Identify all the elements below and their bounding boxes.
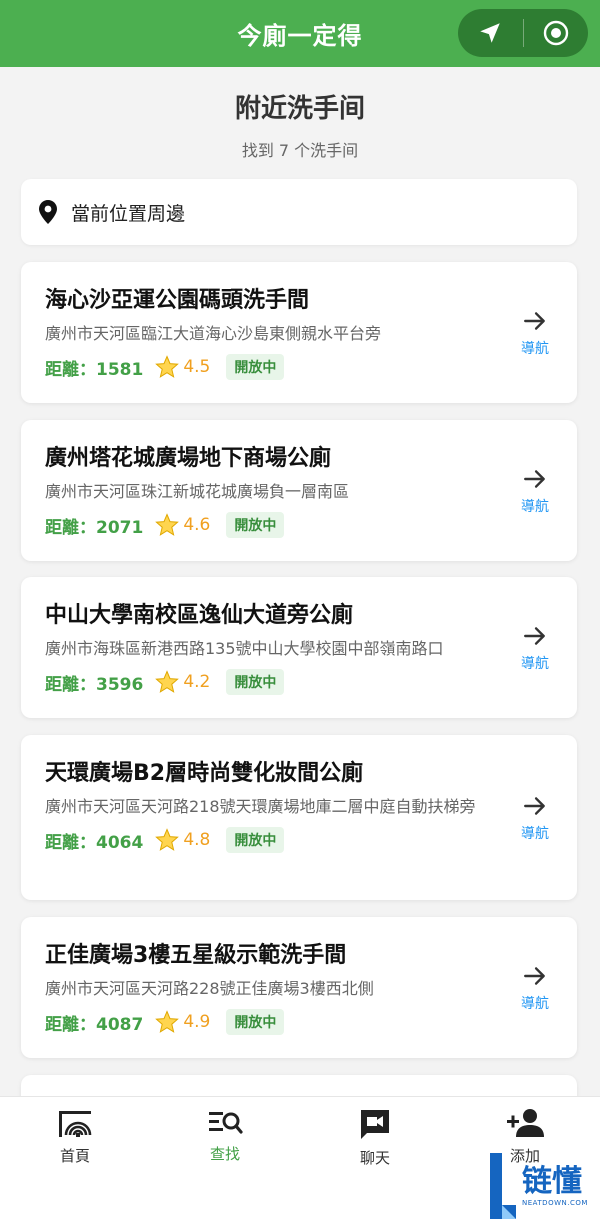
toilet-card[interactable]: 天環廣場B2層時尚雙化妝間公廁 廣州市天河區天河路218號天環廣場地庫二層中庭自… xyxy=(21,735,577,900)
watermark-sub: NEATDOWN.COM xyxy=(522,1198,588,1207)
toilet-name: 正佳廣場3樓五星級示範洗手間 xyxy=(45,943,347,968)
watermark-logo-icon xyxy=(490,1152,516,1219)
navigate-label: 導航 xyxy=(521,498,549,515)
navigate-button[interactable]: 導航 xyxy=(511,623,559,673)
toilet-distance: 距離：4064 xyxy=(45,832,144,853)
current-location-box[interactable]: 當前位置周邊 xyxy=(21,179,577,245)
toilet-rating: 4.5 xyxy=(183,357,211,377)
toilet-distance: 距離：3596 xyxy=(45,674,144,695)
toilet-distance: 距離：1581 xyxy=(45,359,144,380)
arrow-right-icon xyxy=(524,311,545,330)
navigate-button[interactable]: 導航 xyxy=(511,793,559,843)
navigate-label: 導航 xyxy=(521,340,549,357)
toilet-card[interactable]: 海心沙亞運公園碼頭洗手間 廣州市天河區臨江大道海心沙島東側親水平台旁 距離：15… xyxy=(21,262,577,403)
navigate-label: 導航 xyxy=(521,655,549,672)
current-location-label: 當前位置周邊 xyxy=(71,202,186,225)
search-list-icon xyxy=(209,1112,243,1134)
navigate-label: 導航 xyxy=(521,995,549,1012)
arrow-right-icon xyxy=(524,469,545,488)
toilet-address: 廣州市天河區天河路218號天環廣場地庫二層中庭自動扶梯旁 xyxy=(45,797,476,816)
star-icon xyxy=(155,670,180,693)
star-icon xyxy=(155,355,180,378)
navigate-button[interactable]: 導航 xyxy=(511,308,559,358)
target-circle-icon xyxy=(543,20,568,46)
location-pin-icon xyxy=(39,200,57,224)
toilet-address: 廣州市天河區臨江大道海心沙島東側親水平台旁 xyxy=(45,324,382,343)
tab-home-label: 首頁 xyxy=(59,1147,90,1165)
tab-chat-label: 聊天 xyxy=(359,1149,390,1167)
result-count: 找到 7 个洗手间 xyxy=(241,141,359,160)
toilet-address: 廣州市天河區珠江新城花城廣場負一層南區 xyxy=(45,482,350,501)
watermark-main: 链懂 xyxy=(522,1163,582,1199)
status-badge: 開放中 xyxy=(226,354,285,380)
toilet-rating: 4.8 xyxy=(183,830,211,850)
toilet-distance: 距離：4087 xyxy=(45,1014,144,1035)
tab-search[interactable]: 查找 xyxy=(150,1097,300,1221)
toilet-name: 中山大學南校區逸仙大道旁公廁 xyxy=(45,603,354,628)
watermark-text: 链懂 NEATDOWN.COM xyxy=(522,1163,588,1207)
capsule-menu xyxy=(458,9,588,57)
toilet-signal-icon xyxy=(59,1111,92,1137)
star-icon xyxy=(155,1010,180,1033)
toilet-rating: 4.2 xyxy=(183,672,211,692)
video-chat-icon xyxy=(361,1110,389,1139)
toilet-card[interactable]: 正佳廣場3樓五星級示範洗手間 廣州市天河區天河路228號正佳廣場3樓西北側 距離… xyxy=(21,917,577,1058)
toilet-address: 廣州市海珠區新港西路135號中山大學校園中部嶺南路口 xyxy=(45,639,444,658)
top-bar: 今廁一定得 xyxy=(0,0,600,67)
site-watermark: 链懂 NEATDOWN.COM xyxy=(488,1150,600,1221)
toilet-name: 海心沙亞運公園碼頭洗手間 xyxy=(45,288,310,313)
toilet-meta: 距離：4087 4.9 開放中 xyxy=(45,1009,487,1035)
navigation-arrow-icon xyxy=(480,23,500,43)
navigate-button[interactable]: 導航 xyxy=(511,963,559,1013)
toilet-meta: 距離：4064 4.8 開放中 xyxy=(45,827,487,853)
toilet-card[interactable]: 中山大學南校區逸仙大道旁公廁 廣州市海珠區新港西路135號中山大學校園中部嶺南路… xyxy=(21,577,577,718)
arrow-right-icon xyxy=(524,966,545,985)
toilet-card[interactable]: 廣州塔花城廣場地下商場公廁 廣州市天河區珠江新城花城廣場負一層南區 距離：207… xyxy=(21,420,577,561)
target-button[interactable] xyxy=(524,9,589,57)
arrow-right-icon xyxy=(524,796,545,815)
page-heading: 附近洗手间 找到 7 个洗手间 xyxy=(0,88,600,161)
status-badge: 開放中 xyxy=(226,827,285,853)
status-badge: 開放中 xyxy=(226,1009,285,1035)
status-badge: 開放中 xyxy=(226,512,285,538)
toilet-meta: 距離：1581 4.5 開放中 xyxy=(45,354,487,380)
navigate-button[interactable]: 導航 xyxy=(511,466,559,516)
toilet-rating: 4.9 xyxy=(183,1012,211,1032)
star-icon xyxy=(155,828,180,851)
toilet-address: 廣州市天河區天河路228號正佳廣場3樓西北側 xyxy=(45,979,374,998)
app-title: 今廁一定得 xyxy=(237,22,363,50)
toilet-name: 天環廣場B2層時尚雙化妝間公廁 xyxy=(45,761,364,786)
tab-chat[interactable]: 聊天 xyxy=(300,1097,450,1221)
tab-search-label: 查找 xyxy=(209,1145,240,1163)
arrow-right-icon xyxy=(524,626,545,645)
navigate-label: 導航 xyxy=(521,825,549,842)
page-title: 附近洗手间 xyxy=(234,94,365,124)
add-person-icon xyxy=(507,1109,544,1137)
toilet-rating: 4.6 xyxy=(183,515,211,535)
toilet-distance: 距離：2071 xyxy=(45,517,144,538)
navigation-button[interactable] xyxy=(458,9,523,57)
star-icon xyxy=(155,513,180,536)
toilet-name: 廣州塔花城廣場地下商場公廁 xyxy=(45,446,332,471)
toilet-meta: 距離：3596 4.2 開放中 xyxy=(45,669,487,695)
toilet-meta: 距離：2071 4.6 開放中 xyxy=(45,512,487,538)
tab-home[interactable]: 首頁 xyxy=(0,1097,150,1221)
status-badge: 開放中 xyxy=(226,669,285,695)
